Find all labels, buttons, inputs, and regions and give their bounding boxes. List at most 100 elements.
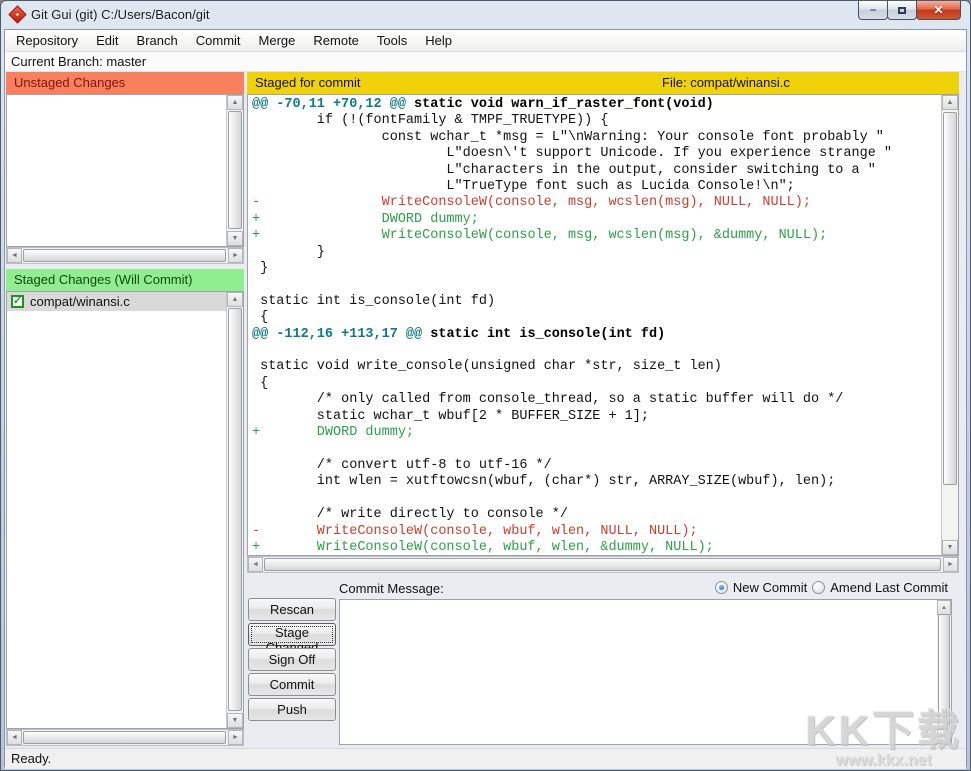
rescan-button[interactable]: Rescan [248,598,336,621]
menu-branch[interactable]: Branch [128,30,187,51]
close-button[interactable]: ✕ [916,1,961,20]
scroll-right-icon[interactable]: ► [943,557,958,572]
staged-vertical-scrollbar[interactable]: ▲ ▼ [226,292,243,728]
scroll-down-icon[interactable]: ▼ [227,231,243,246]
window-controls: – ✕ [859,1,961,20]
commit-button[interactable]: Commit [248,673,336,696]
scroll-left-icon[interactable]: ◄ [7,730,22,745]
diff-line-add: + DWORD dummy; [252,425,938,441]
diff-line-ctx: } [252,245,938,261]
diff-line-ctx: /* only called from console_thread, so a… [252,392,938,408]
scrollbar-thumb[interactable] [23,249,226,262]
staged-file-name: compat/winansi.c [30,294,130,309]
scrollbar-thumb[interactable] [23,731,226,744]
client-area: Repository Edit Branch Commit Merge Remo… [4,29,967,767]
staged-checkbox-checked-icon[interactable]: ✓ [11,295,24,308]
menu-commit[interactable]: Commit [187,30,250,51]
scrollbar-thumb[interactable] [938,614,950,729]
unstaged-changes-list[interactable]: ▲ ▼ [6,94,244,247]
scrollbar-thumb[interactable] [228,111,242,229]
current-branch-bar: Current Branch: master [5,52,966,72]
scroll-left-icon[interactable]: ◄ [7,248,22,263]
scrollbar-thumb[interactable] [264,558,941,571]
diff-file-name: compat/winansi.c [690,75,790,90]
diff-line-ctx [252,491,938,507]
commit-message-scrollbar[interactable]: ▲ ▼ [937,600,951,744]
unstaged-vertical-scrollbar[interactable]: ▲ ▼ [226,95,243,246]
diff-line-ctx: static void write_console(unsigned char … [252,359,938,375]
scroll-right-icon[interactable]: ► [228,248,243,263]
sign-off-button[interactable]: Sign Off [248,648,336,671]
staged-file-row[interactable]: ✓ compat/winansi.c [7,292,226,311]
git-gui-app-icon [8,5,26,23]
diff-line-ctx [252,442,938,458]
diff-line-ctx: int wlen = xutftowcsn(wbuf, (char*) str,… [252,474,938,490]
current-branch-label: Current Branch: [11,54,103,69]
scroll-down-icon[interactable]: ▼ [942,540,958,555]
staged-horizontal-scrollbar[interactable]: ◄ ► [6,729,244,746]
status-text: Ready. [11,751,51,766]
titlebar[interactable]: Git Gui (git) C:/Users/Bacon/git – ✕ [1,1,970,29]
scroll-down-icon[interactable]: ▼ [227,713,243,728]
menu-help[interactable]: Help [416,30,461,51]
diff-line-ctx: { [252,310,938,326]
diff-line-ctx: static wchar_t wbuf[2 * BUFFER_SIZE + 1]… [252,409,938,425]
scrollbar-thumb[interactable] [943,112,957,485]
staged-changes-list[interactable]: ✓ compat/winansi.c ▲ ▼ [6,291,244,729]
menubar: Repository Edit Branch Commit Merge Remo… [5,30,966,52]
diff-line-ctx: /* convert utf-8 to utf-16 */ [252,458,938,474]
diff-line-hunk: @@ -70,11 +70,12 @@ static void warn_if_… [252,97,938,113]
diff-line-del: - WriteConsoleW(console, msg, wcslen(msg… [252,195,938,211]
diff-line-ctx: const wchar_t *msg = L"\nWarning: Your c… [252,130,938,146]
maximize-button[interactable] [887,1,917,20]
scroll-up-icon[interactable]: ▲ [227,95,243,110]
commit-message-label: Commit Message: [339,581,444,596]
close-icon: ✕ [933,3,943,17]
staged-changes-header: Staged Changes (Will Commit) [6,269,244,291]
push-button[interactable]: Push [248,698,336,721]
scroll-up-icon[interactable]: ▲ [227,292,243,307]
scroll-up-icon[interactable]: ▲ [942,95,958,110]
scroll-down-icon[interactable]: ▼ [937,729,951,744]
amend-last-commit-radio[interactable] [812,581,825,594]
diff-line-del: - WriteConsoleW(console, wbuf, wlen, NUL… [252,524,938,540]
window-title: Git Gui (git) C:/Users/Bacon/git [31,7,209,22]
diff-line-ctx: /* write directly to console */ [252,507,938,523]
scrollbar-thumb[interactable] [228,308,242,711]
stage-changed-button[interactable]: Stage Changed [248,623,336,646]
diff-line-ctx: L"characters in the output, consider swi… [252,163,938,179]
unstaged-changes-header: Unstaged Changes [6,72,244,94]
diff-horizontal-scrollbar[interactable]: ◄ ► [247,556,959,573]
current-branch-value: master [106,54,146,69]
diff-line-ctx: static int is_console(int fd) [252,294,938,310]
commit-message-input[interactable] [339,599,952,745]
diff-line-ctx: { [252,376,938,392]
diff-line-ctx [252,343,938,359]
new-commit-radio-label[interactable]: New Commit [733,580,807,595]
menu-remote[interactable]: Remote [304,30,368,51]
scroll-up-icon[interactable]: ▲ [937,600,951,615]
diff-content: @@ -70,11 +70,12 @@ static void warn_if_… [252,97,938,555]
diff-line-ctx: L"TrueType font such as Lucida Console!\… [252,179,938,195]
diff-vertical-scrollbar[interactable]: ▲ ▼ [941,95,958,555]
diff-line-ctx: } [252,261,938,277]
diff-line-ctx: if (!(fontFamily & TMPF_TRUETYPE)) { [252,113,938,129]
diff-line-ctx: L"doesn\'t support Unicode. If you exper… [252,146,938,162]
scroll-right-icon[interactable]: ► [228,730,243,745]
menu-edit[interactable]: Edit [87,30,127,51]
amend-last-commit-radio-label[interactable]: Amend Last Commit [830,580,948,595]
commit-type-radios: New Commit Amend Last Commit [715,580,948,595]
diff-viewer[interactable]: @@ -70,11 +70,12 @@ static void warn_if_… [247,94,959,556]
diff-header-title: Staged for commit [255,75,361,90]
menu-merge[interactable]: Merge [250,30,305,51]
action-button-column: Rescan Stage Changed Sign Off Commit Pus… [248,598,336,721]
menu-tools[interactable]: Tools [368,30,416,51]
unstaged-horizontal-scrollbar[interactable]: ◄ ► [6,247,244,264]
menu-repository[interactable]: Repository [7,30,87,51]
scroll-left-icon[interactable]: ◄ [248,557,263,572]
diff-line-add: + WriteConsoleW(console, wbuf, wlen, &du… [252,540,938,556]
diff-line-add: + DWORD dummy; [252,212,938,228]
minimize-button[interactable]: – [858,1,888,20]
new-commit-radio[interactable] [715,581,728,594]
file-label-text: File: [662,75,687,90]
